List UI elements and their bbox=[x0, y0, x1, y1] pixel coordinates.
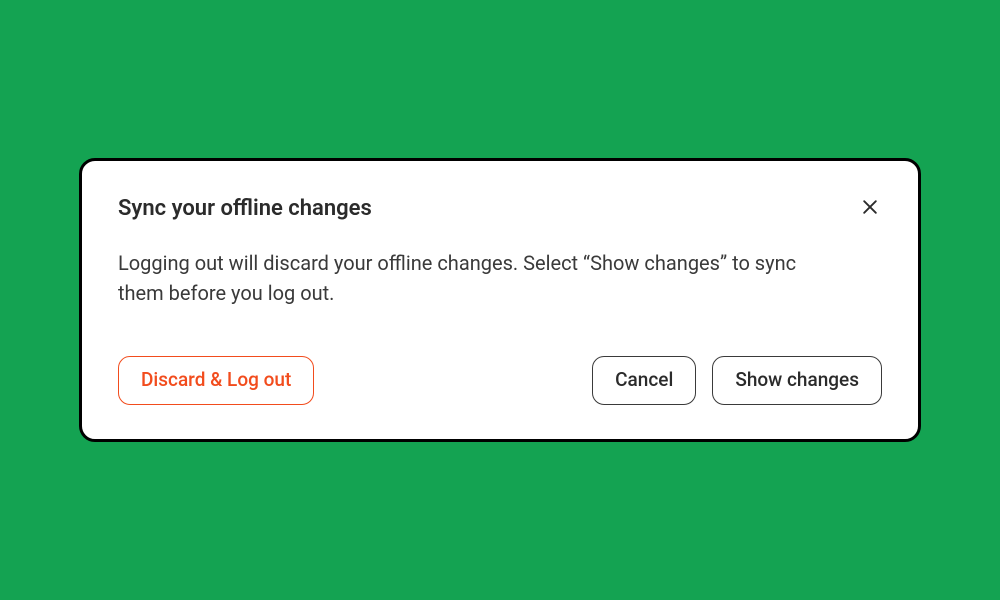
dialog-footer: Discard & Log out Cancel Show changes bbox=[118, 356, 882, 405]
sync-offline-dialog: Sync your offline changes Logging out wi… bbox=[79, 158, 921, 441]
dialog-body-text: Logging out will discard your offline ch… bbox=[118, 248, 838, 308]
close-icon bbox=[860, 197, 880, 217]
footer-right-group: Cancel Show changes bbox=[592, 356, 882, 405]
cancel-button[interactable]: Cancel bbox=[592, 356, 696, 405]
close-button[interactable] bbox=[858, 195, 882, 219]
dialog-header: Sync your offline changes bbox=[118, 195, 882, 224]
dialog-title: Sync your offline changes bbox=[118, 195, 372, 224]
footer-left-group: Discard & Log out bbox=[118, 356, 314, 405]
discard-logout-button[interactable]: Discard & Log out bbox=[118, 356, 314, 405]
show-changes-button[interactable]: Show changes bbox=[712, 356, 882, 405]
